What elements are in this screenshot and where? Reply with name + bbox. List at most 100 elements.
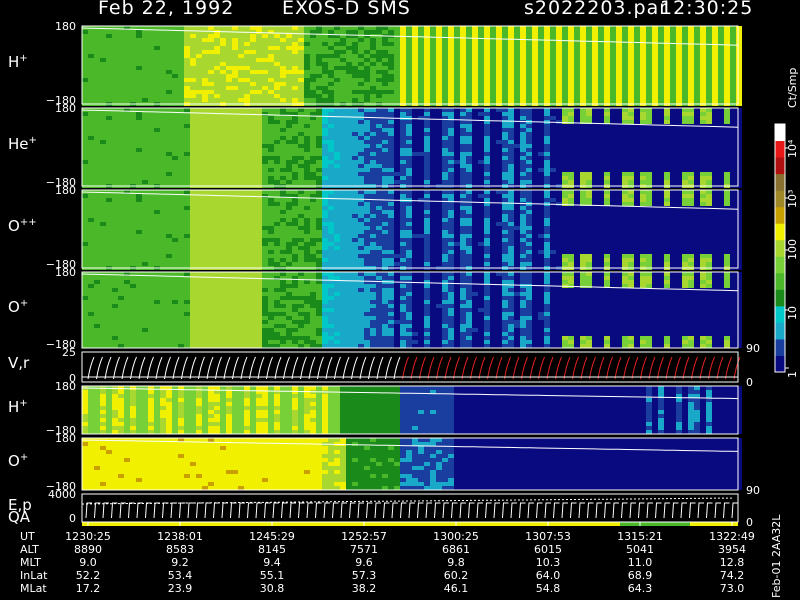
- spectrogram-cell: [532, 46, 538, 50]
- spectrogram-cell: [310, 168, 316, 172]
- spectrogram-cell: [202, 148, 208, 152]
- spectrogram-cell: [640, 180, 646, 184]
- spectrogram-cell: [298, 70, 304, 74]
- spectrogram-cell: [730, 160, 736, 164]
- spectrogram-cell: [418, 140, 424, 144]
- spectrogram-cell: [382, 50, 388, 54]
- spectrogram-cell: [358, 58, 364, 62]
- spectrogram-cell: [406, 38, 412, 42]
- spectrogram-cell: [184, 42, 190, 46]
- spectrogram-cell: [562, 140, 568, 144]
- spectrogram-cell: [400, 98, 406, 102]
- spectrogram-cell: [490, 124, 496, 128]
- spectrogram-cell: [454, 132, 460, 136]
- spectrogram-cell: [160, 226, 166, 230]
- spectrogram-cell: [124, 202, 130, 206]
- spectrogram-cell: [196, 254, 202, 258]
- spectrogram-cell: [514, 34, 520, 38]
- spectrogram-cell: [346, 94, 352, 98]
- spectrogram-cell: [214, 94, 220, 98]
- spectrogram-cell: [550, 70, 556, 74]
- spectrogram-cell: [358, 54, 364, 58]
- spectrogram-cell: [394, 86, 400, 90]
- spectrogram-cell: [160, 124, 166, 128]
- spectrogram-cell: [208, 172, 214, 176]
- spectrogram-cell: [250, 164, 256, 168]
- spectrogram-cell: [298, 180, 304, 184]
- spectrogram-cell: [298, 74, 304, 78]
- spectrogram-cell: [118, 112, 124, 116]
- spectrogram-cell: [448, 124, 454, 128]
- spectrogram-cell: [190, 74, 196, 78]
- spectrogram-cell: [634, 132, 640, 136]
- spectrogram-cell: [550, 172, 556, 176]
- spectrogram-cell: [184, 152, 190, 156]
- spectrogram-cell: [496, 152, 502, 156]
- spectrogram-cell: [610, 164, 616, 168]
- spectrogram-cell: [466, 30, 472, 34]
- spectrogram-cell: [622, 46, 628, 50]
- spectrogram-cell: [232, 160, 238, 164]
- spectrogram-cell: [556, 132, 562, 136]
- spectrogram-cell: [154, 82, 160, 86]
- spectrogram-cell: [292, 132, 298, 136]
- spectrogram-cell: [562, 82, 568, 86]
- spectrogram-cell: [340, 152, 346, 156]
- spectrogram-cell: [508, 168, 514, 172]
- spectrogram-cell: [88, 164, 94, 168]
- spectrogram-cell: [406, 54, 412, 58]
- spectrogram-cell: [100, 160, 106, 164]
- spectrogram-cell: [238, 156, 244, 160]
- spectrogram-cell: [532, 180, 538, 184]
- spectrogram-cell: [370, 58, 376, 62]
- spectrogram-cell: [82, 246, 88, 250]
- spectrogram-cell: [574, 70, 580, 74]
- spectrogram-cell: [514, 116, 520, 120]
- spectrogram-cell: [274, 164, 280, 168]
- spectrogram-cell: [634, 54, 640, 58]
- spectrogram-cell: [172, 132, 178, 136]
- spectrogram-cell: [646, 148, 652, 152]
- spectrogram-cell: [478, 168, 484, 172]
- spectrogram-cell: [604, 82, 610, 86]
- panel-1: [81, 25, 742, 106]
- spectrogram-cell: [430, 168, 436, 172]
- spectrogram-cell: [682, 108, 688, 112]
- spectrogram-cell: [310, 54, 316, 58]
- spectrogram-cell: [730, 74, 736, 78]
- spectrogram-cell: [592, 86, 598, 90]
- spectrogram-cell: [82, 112, 88, 116]
- spectrogram-cell: [580, 86, 586, 90]
- spectrogram-cell: [262, 42, 268, 46]
- spectrogram-cell: [166, 168, 172, 172]
- spectrogram-cell: [730, 180, 736, 184]
- spectrogram-cell: [220, 180, 226, 184]
- spectrogram-cell: [418, 74, 424, 78]
- spectrogram-cell: [124, 218, 130, 222]
- spectrogram-cell: [418, 124, 424, 128]
- spectrogram-cell: [352, 108, 358, 112]
- spectrogram-cell: [346, 70, 352, 74]
- spectrogram-cell: [328, 156, 334, 160]
- spectrogram-cell: [388, 168, 394, 172]
- spectrogram-cell: [130, 46, 136, 50]
- spectrogram-cell: [352, 26, 358, 30]
- spectrogram-cell: [226, 262, 232, 266]
- spectrogram-cell: [292, 176, 298, 180]
- spectrogram-cell: [634, 82, 640, 86]
- spectrogram-cell: [166, 66, 172, 70]
- spectrogram-cell: [598, 46, 604, 50]
- spectrogram-cell: [274, 26, 280, 30]
- spectrogram-cell: [220, 90, 226, 94]
- spectrogram-cell: [484, 86, 490, 90]
- spectrogram-cell: [208, 94, 214, 98]
- spectrogram-cell: [286, 152, 292, 156]
- spectrogram-cell: [262, 124, 268, 128]
- spectrogram-cell: [604, 50, 610, 54]
- spectrogram-cell: [100, 90, 106, 94]
- spectrogram-cell: [184, 62, 190, 66]
- spectrogram-cell: [292, 26, 298, 30]
- spectrogram-cell: [94, 70, 100, 74]
- spectrogram-cell: [430, 156, 436, 160]
- spectrogram-cell: [544, 62, 550, 66]
